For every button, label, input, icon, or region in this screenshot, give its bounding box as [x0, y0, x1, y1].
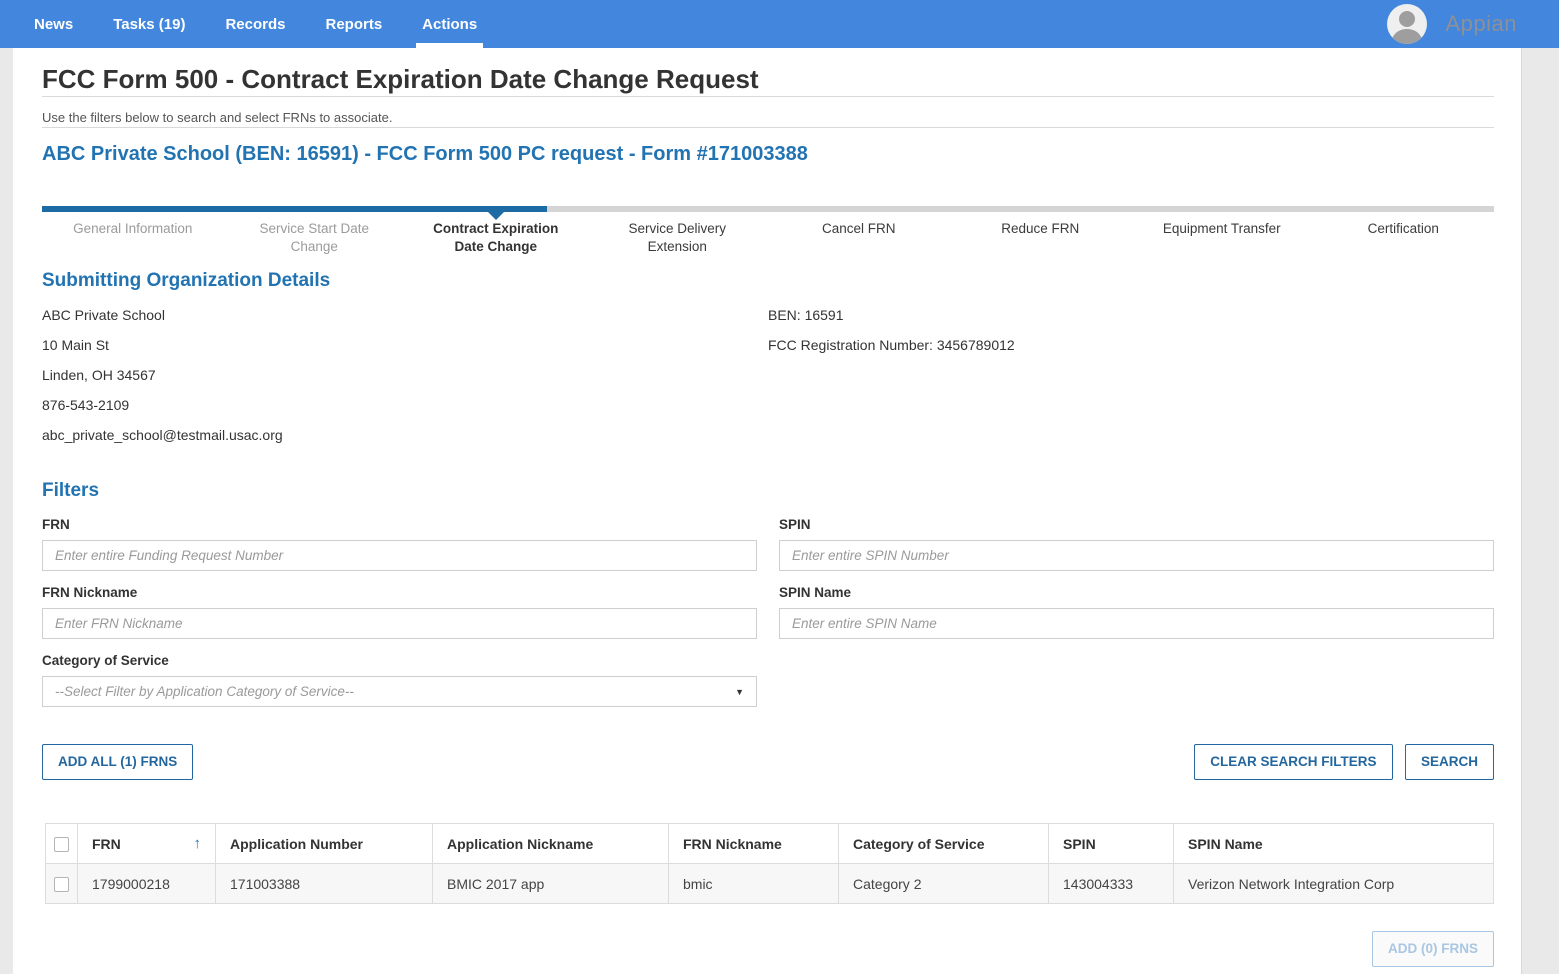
- filter-col-right: SPIN SPIN Name: [779, 516, 1494, 720]
- appian-logo: Appian: [1445, 11, 1517, 36]
- cell-application-number: 171003388: [215, 863, 433, 904]
- step-cancel-frn: Cancel FRN: [821, 221, 896, 236]
- table-row: 1799000218 171003388 BMIC 2017 app bmic …: [45, 863, 1494, 904]
- filter-col-left: FRN FRN Nickname Category of Service --S…: [42, 516, 757, 720]
- row-select-cell: [45, 863, 78, 904]
- milestone-bar: [42, 206, 1494, 220]
- person-icon: [1391, 11, 1424, 44]
- search-button[interactable]: SEARCH: [1404, 744, 1494, 780]
- current-step-caret-icon: [487, 212, 504, 220]
- select-all-checkbox[interactable]: [54, 836, 69, 852]
- page-body: FCC Form 500 - Contract Expiration Date …: [0, 48, 1559, 974]
- nav-item-tasks[interactable]: Tasks (19): [107, 0, 191, 48]
- filters-heading: Filters: [42, 480, 100, 501]
- cell-frn: 1799000218: [77, 863, 216, 904]
- results-grid-wrap: FRN ↑ Application Number Application Nic…: [42, 823, 1494, 904]
- main-content: FCC Form 500 - Contract Expiration Date …: [13, 48, 1521, 974]
- org-details-heading: Submitting Organization Details: [42, 270, 331, 291]
- category-of-service-selected-value: --Select Filter by Application Category …: [55, 684, 354, 699]
- org-ben: BEN: 16591: [768, 307, 844, 323]
- step-reduce-frn: Reduce FRN: [1001, 221, 1080, 236]
- spin-label: SPIN: [779, 517, 811, 532]
- org-details-left: ABC Private School 10 Main St Linden, OH…: [42, 304, 768, 454]
- frn-nickname-input[interactable]: [42, 608, 757, 639]
- column-header-frn[interactable]: FRN ↑: [77, 823, 216, 864]
- form-heading: ABC Private School (BEN: 16591) - FCC Fo…: [42, 143, 808, 165]
- wizard-milestone: General Information Service Start Date C…: [42, 206, 1494, 256]
- category-of-service-select[interactable]: --Select Filter by Application Category …: [42, 676, 757, 707]
- spin-field: SPIN: [779, 516, 1494, 571]
- spin-name-label: SPIN Name: [779, 585, 852, 600]
- frn-results-table: FRN ↑ Application Number Application Nic…: [45, 823, 1494, 904]
- step-service-start-date-change: Service Start Date Change: [259, 221, 370, 254]
- category-of-service-label: Category of Service: [42, 653, 169, 668]
- spin-name-input[interactable]: [779, 608, 1494, 639]
- select-all-cell: [45, 823, 78, 864]
- frn-nickname-label: FRN Nickname: [42, 585, 138, 600]
- cell-spin-name: Verizon Network Integration Corp: [1173, 863, 1494, 904]
- column-header-category-of-service[interactable]: Category of Service: [838, 823, 1049, 864]
- clear-search-filters-button[interactable]: CLEAR SEARCH FILTERS: [1194, 744, 1393, 780]
- step-certification: Certification: [1367, 221, 1439, 236]
- footer-row: ADD (0) FRNS: [42, 931, 1494, 967]
- divider: [42, 127, 1494, 128]
- milestone-progress-fill: [42, 206, 548, 212]
- page-gutter-left: [0, 48, 13, 974]
- sort-ascending-icon[interactable]: ↑: [194, 835, 202, 852]
- frn-field: FRN: [42, 516, 757, 571]
- header-right: Appian: [1387, 0, 1559, 48]
- frn-input[interactable]: [42, 540, 757, 571]
- step-service-delivery-extension: Service Delivery Extension: [628, 221, 727, 254]
- column-header-spin[interactable]: SPIN: [1048, 823, 1174, 864]
- spin-name-field: SPIN Name: [779, 584, 1494, 639]
- step-general-information: General Information: [73, 221, 193, 236]
- add-all-frns-button[interactable]: ADD ALL (1) FRNS: [42, 744, 194, 780]
- org-email: abc_private_school@testmail.usac.org: [42, 427, 283, 443]
- column-header-spin-name[interactable]: SPIN Name: [1173, 823, 1494, 864]
- milestone-labels: General Information Service Start Date C…: [42, 220, 1494, 256]
- org-address-line1: 10 Main St: [42, 337, 109, 353]
- spin-input[interactable]: [779, 540, 1494, 571]
- nav-item-reports[interactable]: Reports: [319, 0, 388, 48]
- column-header-frn-label: FRN: [92, 835, 121, 852]
- user-avatar[interactable]: [1387, 4, 1428, 44]
- page-title: FCC Form 500 - Contract Expiration Date …: [42, 64, 759, 94]
- nav-item-actions[interactable]: Actions: [416, 0, 484, 48]
- step-equipment-transfer: Equipment Transfer: [1162, 221, 1281, 236]
- column-header-application-number[interactable]: Application Number: [215, 823, 433, 864]
- page-subtitle: Use the filters below to search and sele…: [42, 110, 393, 125]
- top-navigation-bar: News Tasks (19) Records Reports Actions …: [0, 0, 1559, 48]
- nav-item-news[interactable]: News: [28, 0, 79, 48]
- org-details-right: BEN: 16591 FCC Registration Number: 3456…: [768, 304, 1494, 454]
- row-checkbox[interactable]: [54, 876, 69, 892]
- org-phone: 876-543-2109: [42, 397, 130, 413]
- step-contract-expiration-date-change: Contract Expiration Date Change: [433, 221, 559, 254]
- org-details: ABC Private School 10 Main St Linden, OH…: [42, 304, 1494, 454]
- org-address-line2: Linden, OH 34567: [42, 367, 156, 383]
- cell-frn-nickname: bmic: [668, 863, 839, 904]
- page-gutter-right: [1521, 48, 1559, 974]
- chevron-down-icon: ▼: [735, 686, 744, 697]
- org-fcc-registration: FCC Registration Number: 3456789012: [768, 337, 1015, 353]
- search-buttons-group: CLEAR SEARCH FILTERS SEARCH: [1194, 744, 1494, 780]
- cell-application-nickname: BMIC 2017 app: [432, 863, 669, 904]
- cell-category-of-service: Category 2: [838, 863, 1049, 904]
- filter-button-row: ADD ALL (1) FRNS CLEAR SEARCH FILTERS SE…: [42, 744, 1494, 780]
- frn-nickname-field: FRN Nickname: [42, 584, 757, 639]
- nav-item-records[interactable]: Records: [219, 0, 291, 48]
- category-of-service-field: Category of Service --Select Filter by A…: [42, 652, 757, 707]
- divider: [42, 96, 1494, 97]
- add-selected-frns-button[interactable]: ADD (0) FRNS: [1372, 931, 1494, 967]
- org-name: ABC Private School: [42, 307, 165, 323]
- filter-grid: FRN FRN Nickname Category of Service --S…: [42, 516, 1494, 720]
- frn-label: FRN: [42, 517, 70, 532]
- column-header-application-nickname[interactable]: Application Nickname: [432, 823, 669, 864]
- cell-spin: 143004333: [1048, 863, 1174, 904]
- table-header-row: FRN ↑ Application Number Application Nic…: [45, 823, 1494, 864]
- column-header-frn-nickname[interactable]: FRN Nickname: [668, 823, 839, 864]
